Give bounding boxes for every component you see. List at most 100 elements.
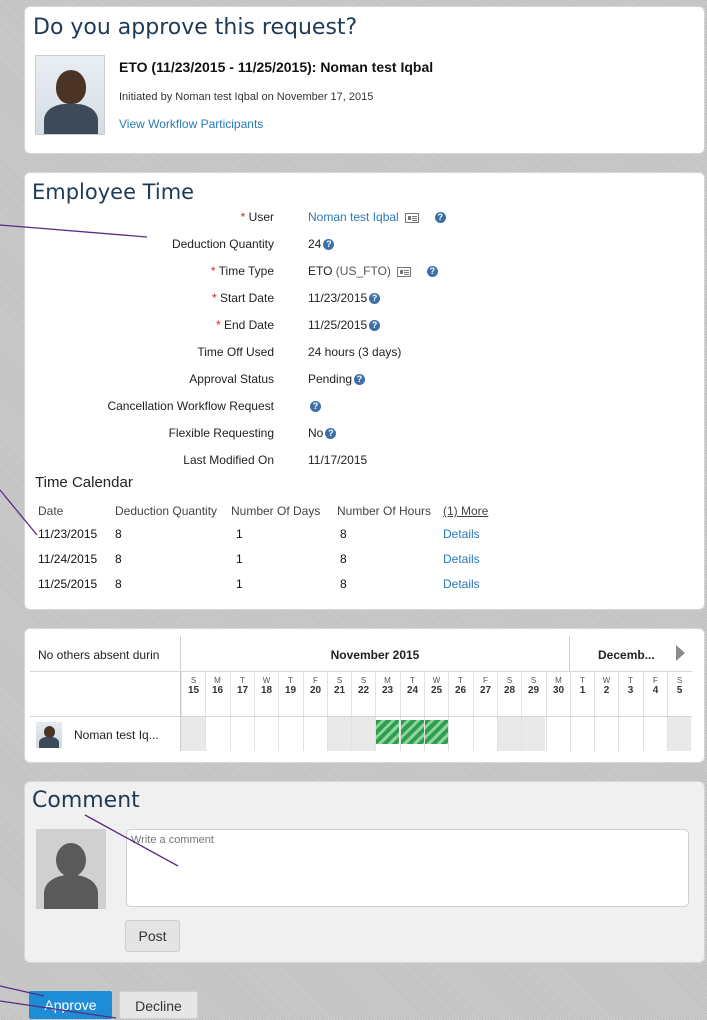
field-value: 11/23/2015?: [308, 291, 381, 305]
related-actions-icon[interactable]: [396, 266, 411, 277]
day-number: 17: [236, 685, 249, 696]
column-header-deduction-quantity: Deduction Quantity: [115, 504, 218, 518]
page-title: Do you approve this request?: [33, 15, 358, 40]
absence-bar: [376, 720, 399, 744]
column-header-number-of-hours: Number Of Hours: [337, 504, 432, 518]
calendar-cell: [644, 716, 667, 751]
field-label-text: Start Date: [219, 291, 274, 305]
help-icon[interactable]: ?: [325, 428, 337, 440]
calendar-day-column: S5: [667, 672, 691, 751]
day-number: 24: [406, 685, 419, 696]
weekday-label: W: [432, 676, 441, 685]
day-number: 26: [454, 685, 467, 696]
row-number-of-days: 1: [236, 552, 243, 566]
day-number: 29: [527, 685, 540, 696]
field-label: Last Modified On: [183, 453, 274, 467]
decline-button[interactable]: Decline: [119, 991, 198, 1019]
field-value: 24?: [308, 237, 335, 251]
column-header-date: Date: [38, 504, 64, 518]
user-link[interactable]: Noman test Iqbal: [308, 210, 399, 224]
details-link[interactable]: Details: [443, 552, 480, 566]
day-number: 3: [627, 685, 634, 696]
row-deduction-quantity: 8: [115, 577, 122, 591]
weekday-label: S: [336, 676, 343, 685]
calendar-day-column: W 18: [254, 672, 278, 751]
help-icon[interactable]: ?: [310, 401, 321, 413]
calendar-day-grid: S 15 M 16 T 17 W 18 T 19 F 20 S 21 S 22 M 23 T 24 W 25 T 26 F 27 S…: [181, 672, 692, 751]
field-label: Cancellation Workflow Request: [107, 399, 274, 413]
view-workflow-participants-link[interactable]: View Workflow Participants: [119, 117, 263, 131]
field-value: 11/25/2015?: [308, 318, 381, 332]
details-link[interactable]: Details: [443, 577, 480, 591]
field-label: Deduction Quantity: [172, 237, 274, 251]
field-label-text: User: [248, 210, 274, 224]
weekday-label: T: [580, 676, 585, 685]
table-row: 11/25/2015 8 1 8 Details: [25, 577, 704, 595]
row-deduction-quantity: 8: [115, 527, 122, 541]
field-value: 24 hours (3 days): [308, 345, 401, 359]
comment-input[interactable]: [126, 829, 689, 907]
field-label-text: Time Off Used: [197, 345, 274, 359]
time-calendar-heading: Time Calendar: [35, 474, 133, 491]
calendar-next-arrow-icon[interactable]: [676, 645, 685, 661]
field-value-text: No: [308, 426, 324, 440]
calendar-row-rule: [30, 716, 692, 717]
calendar-day-column: S 29: [521, 672, 545, 751]
field-label-text: Deduction Quantity: [171, 237, 274, 251]
help-icon[interactable]: ?: [426, 266, 438, 278]
day-number: 27: [479, 685, 492, 696]
day-number: 1: [579, 685, 586, 696]
employee-time-fields: * User Noman test Iqbal? Deduction Quantit…: [25, 210, 704, 470]
row-deduction-quantity: 8: [115, 552, 122, 566]
more-columns-link[interactable]: (1) More: [443, 504, 488, 518]
day-number: 4: [652, 685, 659, 696]
field-label: Approval Status: [189, 372, 274, 386]
field-value: No?: [308, 426, 337, 440]
field-row: * Start Date 11/23/2015?: [25, 291, 704, 307]
related-actions-icon[interactable]: [404, 212, 419, 223]
field-row: Approval Status Pending?: [25, 372, 704, 388]
field-row: * End Date 11/25/2015?: [25, 318, 704, 334]
absence-bar: [425, 720, 448, 744]
calendar-cell: [255, 716, 278, 751]
field-label: * User: [241, 210, 274, 224]
help-icon[interactable]: ?: [323, 239, 335, 251]
field-value-suffix: (US_FTO): [335, 264, 391, 278]
field-row: Time Off Used 24 hours (3 days): [25, 345, 704, 361]
request-title: ETO (11/23/2015 - 11/25/2015): Noman tes…: [119, 59, 434, 75]
required-mark: *: [215, 318, 221, 332]
help-icon[interactable]: ?: [369, 320, 381, 332]
request-card: Do you approve this request? ETO (11/23/…: [24, 6, 705, 154]
absence-bar: [401, 720, 424, 744]
day-number: 23: [381, 685, 394, 696]
help-icon[interactable]: ?: [354, 374, 366, 386]
field-value-text: 11/25/2015: [308, 318, 368, 332]
weekday-label: T: [240, 676, 245, 685]
field-value-text: 24 hours (3 days): [308, 345, 402, 359]
calendar-day-column: M 16: [205, 672, 229, 751]
approve-button[interactable]: Approve: [29, 991, 112, 1019]
post-button[interactable]: Post: [125, 920, 180, 952]
required-mark: *: [240, 210, 246, 224]
row-number-of-hours: 8: [340, 552, 347, 566]
help-icon[interactable]: ?: [369, 293, 381, 305]
row-number-of-hours: 8: [340, 527, 347, 541]
field-value: Pending?: [308, 372, 366, 386]
field-value-text: 24: [308, 237, 322, 251]
help-icon[interactable]: ?: [434, 212, 446, 224]
calendar-day-column: T1: [570, 672, 594, 751]
details-link[interactable]: Details: [443, 527, 480, 541]
day-number: 25: [430, 685, 443, 696]
calendar-month-december: Decemb...: [598, 648, 655, 662]
table-row: 11/24/2015 8 1 8 Details: [25, 552, 704, 570]
field-value-text: Pending: [308, 372, 353, 386]
day-number: 21: [333, 685, 346, 696]
required-mark: *: [211, 291, 217, 305]
day-number: 16: [211, 685, 224, 696]
weekday-label: M: [555, 676, 562, 685]
day-number: 22: [357, 685, 370, 696]
field-label: * Start Date: [212, 291, 274, 305]
initiated-text: Initiated by Noman test Iqbal on Novembe…: [119, 91, 374, 103]
calendar-day-column: W 25: [424, 672, 448, 751]
weekday-label: F: [653, 676, 658, 685]
